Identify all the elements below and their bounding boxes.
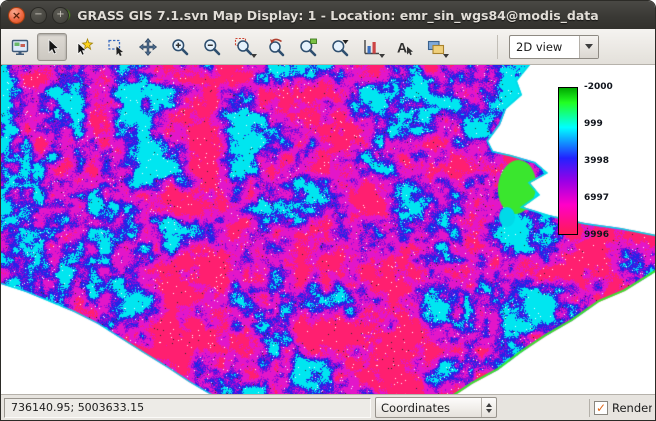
pan-tool-button[interactable] — [133, 33, 163, 61]
view-mode-dropdown-button[interactable] — [579, 36, 598, 58]
titlebar[interactable]: × − + GRASS GIS 7.1.svn Map Display: 1 -… — [1, 1, 655, 29]
coordinates-value: 736140.95; 5003633.15 — [11, 401, 144, 414]
legend-tick: 3998 — [584, 156, 609, 166]
monitor-icon — [10, 37, 30, 57]
map-canvas[interactable] — [1, 65, 655, 394]
magnifier-undo-icon — [266, 37, 286, 57]
query-star-icon — [74, 37, 94, 57]
zoom-back-button[interactable] — [261, 33, 291, 61]
add-text-button[interactable]: A — [389, 33, 419, 61]
magnifier-plus-icon — [170, 37, 190, 57]
render-display-button[interactable] — [5, 33, 35, 61]
legend-tick: -2000 — [584, 82, 613, 92]
chevron-down-icon — [251, 54, 257, 58]
toolbar-separator — [497, 35, 498, 59]
render-checkbox[interactable]: ✓ — [594, 401, 608, 415]
analyze-button[interactable] — [357, 33, 387, 61]
window-title: GRASS GIS 7.1.svn Map Display: 1 - Locat… — [77, 8, 598, 23]
spinner-arrows-icon — [481, 398, 496, 417]
zoom-extent-button[interactable] — [229, 33, 259, 61]
close-button[interactable]: × — [8, 7, 25, 24]
magnifier-map-icon — [298, 37, 318, 57]
render-control: ✓ Render — [594, 401, 652, 415]
cursor-icon — [42, 37, 62, 57]
coordinates-display: 736140.95; 5003633.15 — [4, 398, 371, 418]
legend-tick: 9996 — [584, 230, 609, 240]
svg-text:A: A — [397, 39, 407, 55]
zoom-to-map-button[interactable] — [293, 33, 323, 61]
view-mode-combo[interactable]: 2D view — [509, 35, 599, 59]
maximize-button[interactable]: + — [52, 7, 69, 24]
legend-colorbar — [558, 87, 578, 235]
zoom-menu-button[interactable] — [325, 33, 355, 61]
add-overlays-button[interactable] — [421, 33, 451, 61]
chevron-down-icon — [443, 54, 449, 58]
map-display-area: -2000 999 3998 6997 9996 — [1, 65, 655, 394]
statusbar-mode-combo[interactable]: Coordinates — [375, 397, 497, 418]
chevron-down-icon — [585, 44, 593, 49]
render-label: Render — [612, 401, 652, 415]
select-features-button[interactable] — [101, 33, 131, 61]
map-legend[interactable]: -2000 999 3998 6997 9996 — [558, 85, 654, 247]
legend-tick: 6997 — [584, 193, 609, 203]
query-tool-button[interactable] — [69, 33, 99, 61]
chevron-down-icon — [379, 54, 385, 58]
view-mode-value: 2D view — [510, 36, 579, 58]
pointer-tool-button[interactable] — [37, 33, 67, 61]
text-a-icon: A — [394, 37, 414, 57]
legend-tick: 999 — [584, 119, 603, 129]
magnifier-minus-icon — [202, 37, 222, 57]
statusbar-spacer — [501, 398, 585, 418]
map-toolbar: A 2D view — [1, 29, 655, 65]
magnifier-menu-icon — [330, 37, 350, 57]
pan-arrows-icon — [138, 37, 158, 57]
minimize-button[interactable]: − — [30, 7, 47, 24]
selection-rect-icon — [106, 37, 126, 57]
statusbar: 736140.95; 5003633.15 Coordinates ✓ Rend… — [1, 394, 655, 420]
map-display-window: × − + GRASS GIS 7.1.svn Map Display: 1 -… — [0, 0, 656, 421]
zoom-out-button[interactable] — [197, 33, 227, 61]
statusbar-mode-value: Coordinates — [376, 401, 481, 415]
statusbar-separator — [589, 399, 590, 417]
zoom-in-button[interactable] — [165, 33, 195, 61]
